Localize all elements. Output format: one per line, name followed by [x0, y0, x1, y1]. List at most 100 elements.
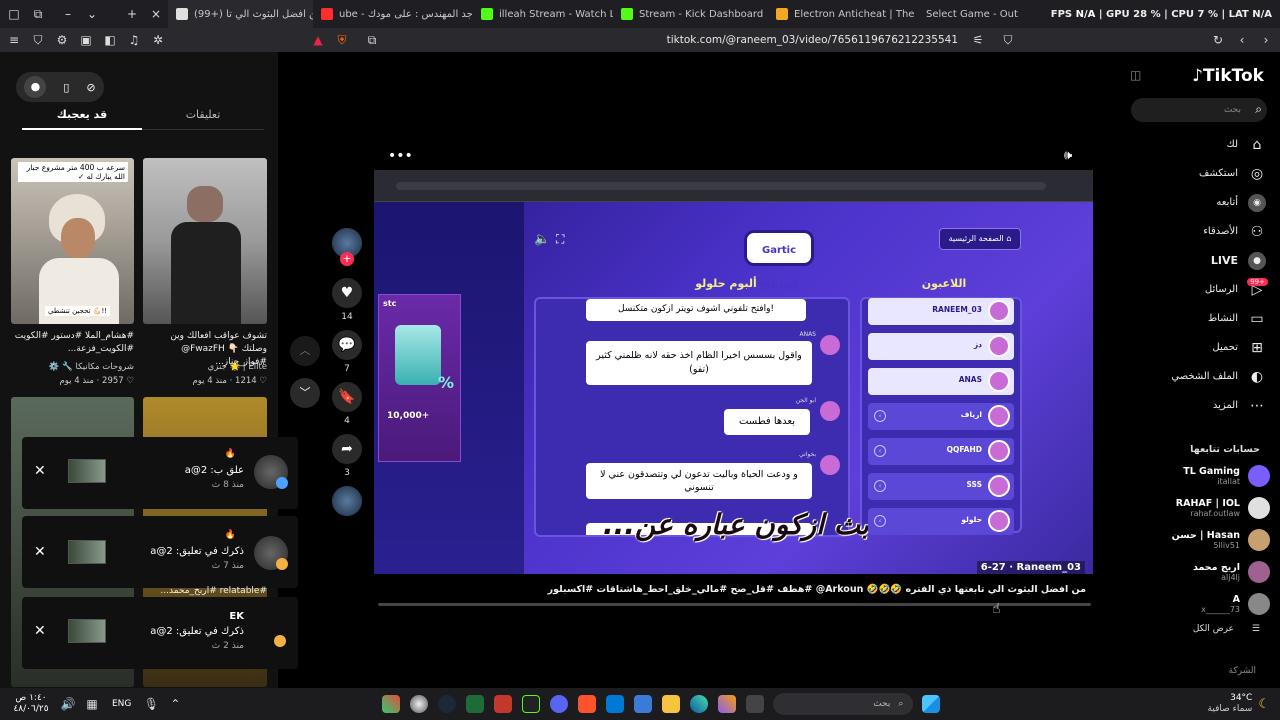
close-tab-icon[interactable]: ×: [148, 6, 164, 22]
copilot-icon[interactable]: [718, 695, 737, 713]
phone-icon[interactable]: ▯: [63, 81, 69, 94]
network-icon[interactable]: ▦: [84, 696, 100, 712]
company-link[interactable]: الشركة: [1229, 666, 1256, 676]
game-speaker-icon[interactable]: 🔈: [534, 232, 550, 247]
scroll-down-button[interactable]: ﹀: [290, 378, 320, 408]
sidebar-icon[interactable]: ◧: [102, 32, 118, 48]
minimize-icon[interactable]: –: [60, 6, 76, 22]
notification-toast[interactable]: ✕ ذكرك في تعليق: a@2 منذ 7 ث 🔥: [22, 516, 298, 588]
menu-icon[interactable]: ≡: [6, 32, 22, 48]
new-tab-icon[interactable]: +: [124, 6, 140, 22]
brave-shield-icon[interactable]: ⛨: [334, 32, 350, 48]
following-item[interactable]: حسن | Hasan 5lliv51: [1130, 524, 1280, 556]
compass-icon[interactable]: ⊘: [86, 81, 95, 94]
notification-toast[interactable]: ✕ علق ب: a@2 منذ 8 ث 🔥: [22, 437, 298, 509]
sound-avatar[interactable]: [332, 486, 362, 516]
see-all-link[interactable]: ☰ عرض الكل: [1193, 624, 1260, 634]
search-input[interactable]: بحث: [1131, 98, 1267, 122]
game-fullscreen-icon[interactable]: ⛶: [556, 232, 564, 247]
dropdown-icon[interactable]: ⌄: [84, 6, 100, 22]
nav-item[interactable]: الأصدقاء ⚇: [1130, 217, 1280, 246]
tab-electron[interactable]: Electron Anticheat | The #1 FiveM A: [768, 0, 918, 28]
reload-icon[interactable]: ↻: [1210, 32, 1226, 48]
collapse-sidebar-icon[interactable]: ◫: [1130, 68, 1141, 82]
card-author[interactable]: Elite | 🌟 جنزي: [143, 362, 267, 372]
speaker-icon[interactable]: 🔊: [60, 696, 76, 712]
tiktok-logo[interactable]: ♪TikTok: [1192, 66, 1264, 86]
comment-button[interactable]: 💬 7: [332, 330, 362, 374]
settings-icon[interactable]: ⚙: [54, 32, 70, 48]
tab-youtube[interactable]: ube - ماجد المهندس : على مودك: [313, 0, 473, 28]
bookmark-icon[interactable]: ⛉: [1000, 32, 1016, 48]
nav-item[interactable]: الرسائل ▷ 99+: [1130, 275, 1280, 304]
video-card-thumbnail[interactable]: [143, 158, 267, 324]
app-icon-3[interactable]: [466, 695, 485, 713]
nav-item[interactable]: استكشف ◎: [1130, 159, 1280, 188]
nav-item[interactable]: تحميل ⊞: [1130, 333, 1280, 362]
following-item[interactable]: Ax______73: [1130, 588, 1280, 620]
nav-item[interactable]: أتابعه ◉: [1130, 188, 1280, 217]
tab-liked[interactable]: قد يعجبك: [22, 108, 142, 130]
follow-button[interactable]: +: [340, 252, 354, 266]
kick-player-icon[interactable]: ‹: [874, 515, 886, 527]
scroll-up-button[interactable]: ︿: [290, 336, 320, 366]
nav-item[interactable]: النشاط ▭: [1130, 304, 1280, 333]
progress-bar[interactable]: [378, 603, 1091, 606]
discord-icon[interactable]: [550, 695, 569, 713]
tab-active[interactable]: (99+) من افضل البثوث الي تا: [168, 0, 313, 28]
tab-search-icon[interactable]: ⧉: [364, 32, 380, 48]
tab-kick-watch[interactable]: illeah Stream - Watch Live on K: [473, 0, 613, 28]
card-author[interactable]: شروحات مكانيكا 🔧 ⚙️: [11, 362, 134, 372]
steam-icon[interactable]: [438, 695, 457, 713]
store-icon[interactable]: [634, 695, 653, 713]
site-settings-icon[interactable]: ⚟: [970, 32, 986, 48]
outlook-icon[interactable]: [606, 695, 625, 713]
card-description[interactable]: #relatable #اربح_محمد...: [143, 586, 267, 596]
taskview-icon[interactable]: [746, 695, 765, 713]
window-icon[interactable]: □: [6, 6, 22, 22]
following-item[interactable]: اريج محمد alj4lj: [1130, 556, 1280, 588]
brave-icon[interactable]: [578, 695, 597, 713]
extensions-icon[interactable]: ✲: [150, 32, 166, 48]
close-icon[interactable]: ✕: [34, 623, 46, 639]
edge-icon[interactable]: [690, 695, 709, 713]
kick-player-icon[interactable]: ‹: [874, 480, 886, 492]
wallet-icon[interactable]: ▣: [78, 32, 94, 48]
search-icon[interactable]: ⌕: [1255, 102, 1262, 117]
like-button[interactable]: ♥ 14: [332, 278, 362, 322]
back-icon[interactable]: ‹: [1234, 32, 1250, 48]
folder-icon[interactable]: [662, 695, 681, 713]
kick-player-icon[interactable]: ‹: [874, 445, 886, 457]
tab-outlaw[interactable]: Select Game - Outlaw: [918, 0, 1018, 28]
volume-icon[interactable]: 🕪: [1064, 148, 1072, 163]
more-options-icon[interactable]: •••: [388, 148, 413, 164]
following-item[interactable]: TL Gaming itallat: [1130, 460, 1280, 492]
tray-clock[interactable]: ١:٤٠ ص ٤٨/٠٦/٢٥: [6, 693, 56, 715]
video-player[interactable]: 🔈 ⛶ Gartic PHONE ⌂ الصفحة الرئيسية ألبوم…: [374, 170, 1093, 574]
taskbar-search[interactable]: بحث ⌕: [773, 693, 914, 715]
tray-expand-icon[interactable]: ⌃: [167, 696, 183, 712]
nav-item[interactable]: المزيد ⋯: [1130, 391, 1280, 420]
video-card-thumbnail[interactable]: سرعه ب 400 متر مشروع جبار الله يبارك له …: [11, 158, 134, 324]
language-indicator[interactable]: ENG: [112, 699, 131, 709]
share-button[interactable]: ➦ 3: [332, 434, 362, 478]
nav-item[interactable]: LIVE ●: [1130, 246, 1280, 275]
mic-icon[interactable]: 🎙: [143, 696, 159, 712]
card-description[interactable]: #هشام_الملا #دستور #الكويت #الكويت_فزعة.…: [11, 330, 134, 356]
following-item[interactable]: RAHAF | IOL rahaf.outlaw: [1130, 492, 1280, 524]
weather-widget[interactable]: 34°C سماء صافية ☾: [1208, 693, 1270, 715]
tab-list-icon[interactable]: ⧉: [30, 6, 46, 22]
kick-player-icon[interactable]: ‹: [874, 410, 886, 422]
mic-icon[interactable]: ●: [24, 76, 47, 98]
home-button[interactable]: ⌂ الصفحة الرئيسية: [939, 228, 1021, 250]
url-field[interactable]: tiktok.com/@raneem_03/video/765611967621…: [667, 34, 958, 46]
notification-toast[interactable]: ✕ EK ذكرك في تعليق: a@2 منذ 2 ث: [22, 597, 298, 669]
nav-item[interactable]: لك ⌂: [1130, 130, 1280, 159]
app-icon-4[interactable]: [494, 695, 513, 713]
shield-icon[interactable]: ⛉: [30, 32, 46, 48]
stc-ad[interactable]: stc % 10,000+: [378, 294, 461, 462]
nav-item[interactable]: الملف الشخصي ◐: [1130, 362, 1280, 391]
start-icon[interactable]: [922, 695, 941, 713]
save-button[interactable]: 🔖 4: [332, 382, 362, 426]
rewards-icon[interactable]: ▲: [310, 32, 326, 48]
